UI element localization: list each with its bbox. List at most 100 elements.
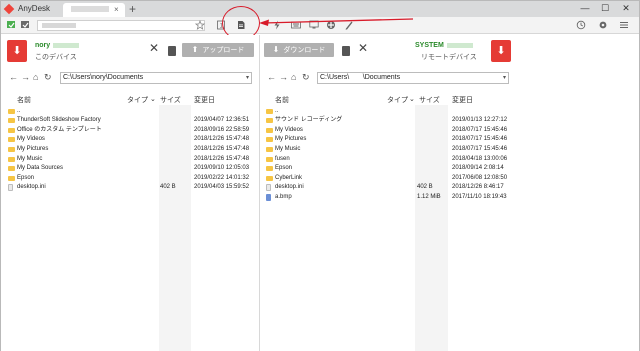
- keyboard-icon[interactable]: [291, 20, 301, 30]
- folder-icon: [8, 175, 15, 181]
- local-path-field[interactable]: C:\Users\nory\Documents ▾: [60, 72, 252, 84]
- status-check-icon[interactable]: [20, 20, 30, 30]
- close-panel-icon[interactable]: ✕: [149, 41, 159, 55]
- list-item[interactable]: Epson 2018/09/14 2:08:14: [266, 164, 636, 174]
- document-icon[interactable]: [168, 46, 176, 56]
- upload-button[interactable]: ⬆ アップロード: [182, 43, 254, 57]
- col-name[interactable]: 名前: [275, 95, 289, 105]
- sort-chevron-icon[interactable]: ⌄: [150, 95, 156, 105]
- close-panel-icon[interactable]: ✕: [358, 41, 368, 55]
- file-name: My Data Sources: [17, 165, 64, 172]
- file-date: 2019/04/03 15:59:52: [194, 184, 250, 191]
- toolbar: 1: [1, 17, 639, 34]
- file-name: fusen: [275, 155, 290, 162]
- forward-arrow-icon[interactable]: →: [279, 72, 288, 82]
- close-window-button[interactable]: ✕: [615, 3, 637, 15]
- file-name: My Videos: [17, 136, 45, 143]
- list-item[interactable]: desktop.ini 402 B 2018/12/26 8:46:17: [266, 183, 636, 193]
- sort-chevron-icon[interactable]: ⌄: [409, 95, 415, 105]
- chevron-down-icon[interactable]: ▾: [246, 73, 249, 83]
- file-size: 402 B: [160, 184, 176, 191]
- new-tab-button[interactable]: +: [129, 2, 136, 16]
- list-item[interactable]: サウンド レコーディング 2019/01/13 12:27:12: [266, 116, 636, 126]
- back-status-icon[interactable]: [6, 20, 16, 30]
- file-name: ..: [275, 107, 279, 114]
- chevron-down-icon[interactable]: ▾: [503, 73, 506, 83]
- person-icon: ⬇: [496, 45, 506, 57]
- list-item[interactable]: My Music 2018/12/26 15:47:48: [8, 155, 258, 165]
- folder-icon: [266, 175, 273, 181]
- maximize-button[interactable]: ☐: [594, 3, 616, 15]
- settings-icon[interactable]: [598, 20, 608, 30]
- file-date: 2017/06/08 12:08:50: [452, 174, 508, 181]
- remote-path-field[interactable]: C:\Users\ \Documents ▾: [317, 72, 509, 84]
- session-tab-id-redacted: [71, 6, 109, 12]
- document-icon[interactable]: [342, 46, 350, 56]
- file-size: 1.12 MiB: [417, 193, 441, 200]
- list-item[interactable]: My Videos 2018/07/17 15:45:46: [266, 126, 636, 136]
- col-name[interactable]: 名前: [17, 95, 31, 105]
- minimize-button[interactable]: —: [574, 3, 596, 15]
- list-item[interactable]: fusen 2018/04/18 13:00:06: [266, 155, 636, 165]
- file-date: 2018/04/18 13:00:06: [452, 155, 508, 162]
- remote-nav-bar: ← → ⌂ ↻ C:\Users\ \Documents ▾: [267, 72, 637, 84]
- back-arrow-icon[interactable]: ←: [267, 72, 276, 82]
- list-item[interactable]: ..: [266, 107, 636, 117]
- file-name: My Pictures: [275, 136, 307, 143]
- list-item[interactable]: My Videos 2018/12/26 15:47:48: [8, 135, 258, 145]
- folder-icon: [8, 127, 15, 133]
- tab-close-icon[interactable]: ×: [114, 5, 119, 14]
- folder-icon: [266, 146, 273, 152]
- file-date: 2017/11/10 18:19:43: [452, 193, 507, 200]
- folder-icon: [266, 156, 273, 162]
- list-item[interactable]: Office のカスタム テンプレート 2018/09/16 22:58:59: [8, 126, 258, 136]
- list-item[interactable]: My Data Sources 2019/09/10 12:05:03: [8, 164, 258, 174]
- file-date: 2018/09/14 2:08:14: [452, 165, 504, 172]
- refresh-icon[interactable]: ↻: [44, 72, 52, 83]
- local-avatar: ⬇: [7, 40, 27, 62]
- address-field[interactable]: [37, 20, 205, 31]
- col-size[interactable]: サイズ: [419, 95, 440, 105]
- col-type[interactable]: タイプ: [387, 95, 408, 105]
- download-button[interactable]: ⬇ ダウンロード: [264, 43, 334, 57]
- file-date: 2018/12/26 15:47:48: [194, 155, 250, 162]
- title-bar: AnyDesk × + — ☐ ✕: [1, 1, 639, 17]
- list-item[interactable]: ..: [8, 107, 258, 117]
- actions-icon[interactable]: [326, 20, 336, 30]
- session-tab[interactable]: ×: [63, 3, 125, 17]
- refresh-icon[interactable]: ↻: [302, 72, 310, 83]
- file-name: My Music: [275, 145, 301, 152]
- file-date: 2018/07/17 15:45:46: [452, 136, 508, 143]
- draw-icon[interactable]: [344, 20, 354, 30]
- list-item[interactable]: desktop.ini 402 B 2019/04/03 15:59:52: [8, 183, 258, 193]
- display-icon[interactable]: [309, 20, 319, 30]
- list-item[interactable]: a.bmp 1.12 MiB 2017/11/10 18:19:43: [266, 193, 636, 203]
- history-icon[interactable]: [576, 20, 586, 30]
- col-date[interactable]: 変更日: [452, 95, 473, 105]
- list-item[interactable]: My Pictures 2018/12/26 15:47:48: [8, 145, 258, 155]
- folder-icon: [8, 146, 15, 152]
- menu-icon[interactable]: [619, 20, 629, 30]
- anydesk-window: AnyDesk × + — ☐ ✕ 1 ⬇ nory このデバイス ✕ ⬆ アッ…: [0, 0, 640, 351]
- col-size[interactable]: サイズ: [160, 95, 181, 105]
- file-date: 2018/12/26 8:46:17: [452, 184, 504, 191]
- col-type[interactable]: タイプ: [127, 95, 148, 105]
- home-icon[interactable]: ⌂: [291, 72, 296, 82]
- folder-icon: [8, 137, 15, 143]
- app-title: AnyDesk: [18, 4, 51, 13]
- list-item[interactable]: Epson 2019/02/22 14:01:32: [8, 174, 258, 184]
- back-arrow-icon[interactable]: ←: [9, 72, 18, 82]
- forward-arrow-icon[interactable]: →: [21, 72, 30, 82]
- star-icon[interactable]: [195, 20, 205, 30]
- lightning-icon[interactable]: [272, 20, 282, 30]
- col-date[interactable]: 変更日: [194, 95, 215, 105]
- list-item[interactable]: ThunderSoft Slideshow Factory 2019/04/07 …: [8, 116, 258, 126]
- file-date: 2018/12/26 15:47:48: [194, 145, 250, 152]
- home-icon[interactable]: ⌂: [33, 72, 38, 82]
- list-item[interactable]: CyberLink 2017/06/08 12:08:50: [266, 174, 636, 184]
- file-name: My Pictures: [17, 145, 49, 152]
- list-item[interactable]: My Music 2018/07/17 15:45:46: [266, 145, 636, 155]
- file-name: My Videos: [275, 126, 303, 133]
- list-item[interactable]: My Pictures 2018/07/17 15:45:46: [266, 135, 636, 145]
- upload-arrow-icon: ⬆: [191, 45, 199, 54]
